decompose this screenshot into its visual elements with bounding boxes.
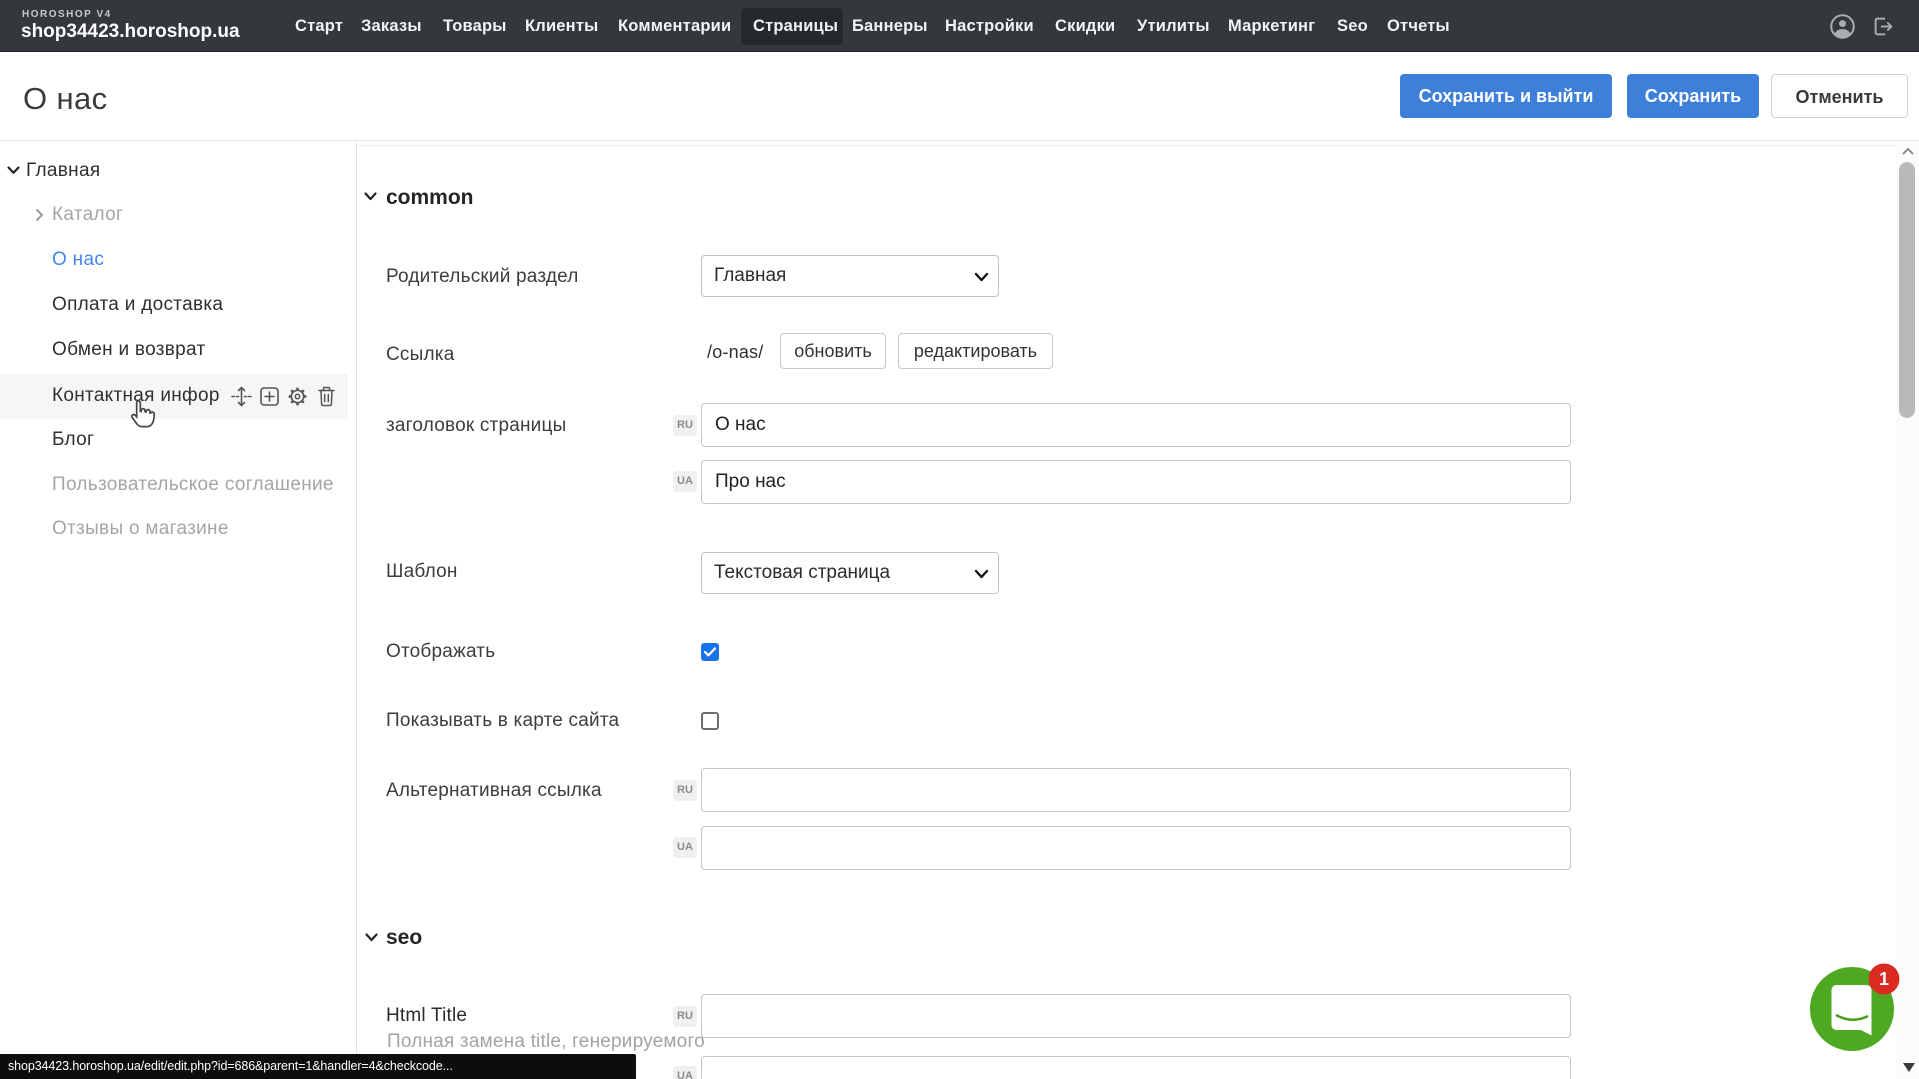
svg-text:1: 1 <box>1879 969 1889 989</box>
